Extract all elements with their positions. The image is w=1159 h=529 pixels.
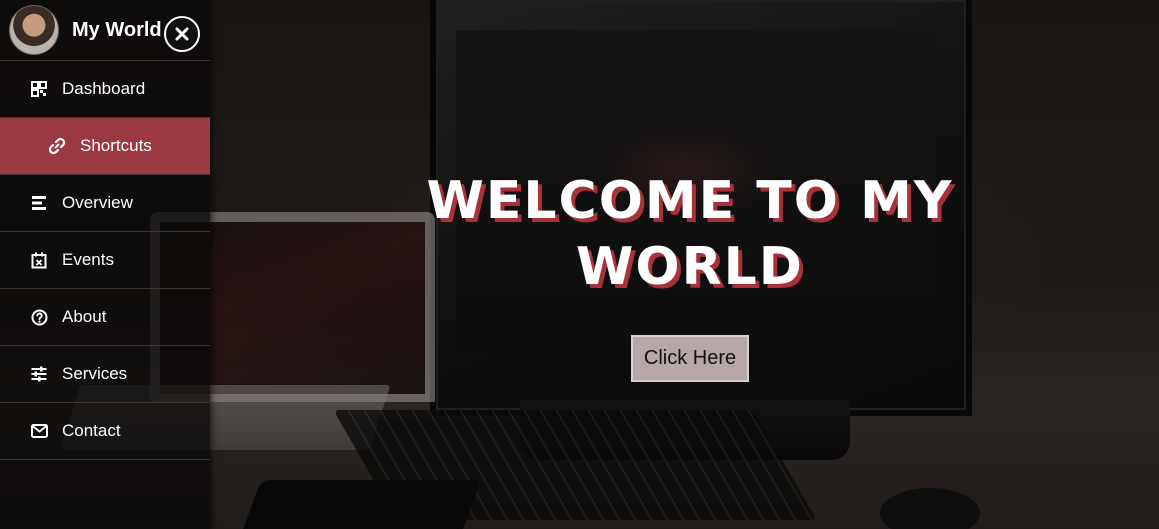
- sidebar-item-shortcuts[interactable]: Shortcuts: [0, 118, 210, 175]
- avatar: [9, 5, 59, 55]
- sidebar-item-services[interactable]: Services: [0, 346, 210, 403]
- sidebar-item-dashboard[interactable]: Dashboard: [0, 61, 210, 118]
- sidebar-item-label: Overview: [62, 193, 133, 212]
- sidebar-item-label: About: [62, 307, 107, 326]
- link-icon: [48, 137, 66, 155]
- page: WELCOME TO MY WORLD Click Here My World: [0, 0, 1159, 529]
- sidebar-item-label: Shortcuts: [80, 136, 152, 155]
- grid-icon: [30, 80, 48, 98]
- sidebar-item-events[interactable]: Events: [0, 232, 210, 289]
- close-button[interactable]: [164, 16, 200, 52]
- sidebar-item-label: Contact: [62, 421, 121, 440]
- sidebar-item-label: Events: [62, 250, 114, 269]
- sidebar-item-label: Services: [62, 364, 128, 383]
- envelope-icon: [30, 422, 48, 440]
- brand-name: My World: [72, 18, 162, 41]
- sidebar-item-label: Dashboard: [62, 79, 146, 98]
- sliders-icon: [30, 365, 48, 383]
- sidebar-item-contact[interactable]: Contact: [0, 403, 210, 460]
- bars-icon: [30, 194, 48, 212]
- hero-title-line2: WORLD: [576, 237, 804, 297]
- sidebar: My World Dashboard Shortcuts Overview Ev…: [0, 0, 210, 529]
- question-circle-icon: [30, 308, 48, 326]
- close-icon: [175, 27, 189, 41]
- hero-title: WELCOME TO MY WORLD: [340, 168, 1040, 300]
- hero-section: WELCOME TO MY WORLD Click Here: [340, 168, 1040, 382]
- hero-title-line1: WELCOME TO MY: [426, 171, 954, 231]
- calendar-icon: [30, 251, 48, 269]
- sidebar-nav: Dashboard Shortcuts Overview Events Abou…: [0, 61, 210, 460]
- sidebar-item-about[interactable]: About: [0, 289, 210, 346]
- sidebar-item-overview[interactable]: Overview: [0, 175, 210, 232]
- sidebar-header: My World: [0, 0, 210, 61]
- click-here-button[interactable]: Click Here: [630, 335, 750, 382]
